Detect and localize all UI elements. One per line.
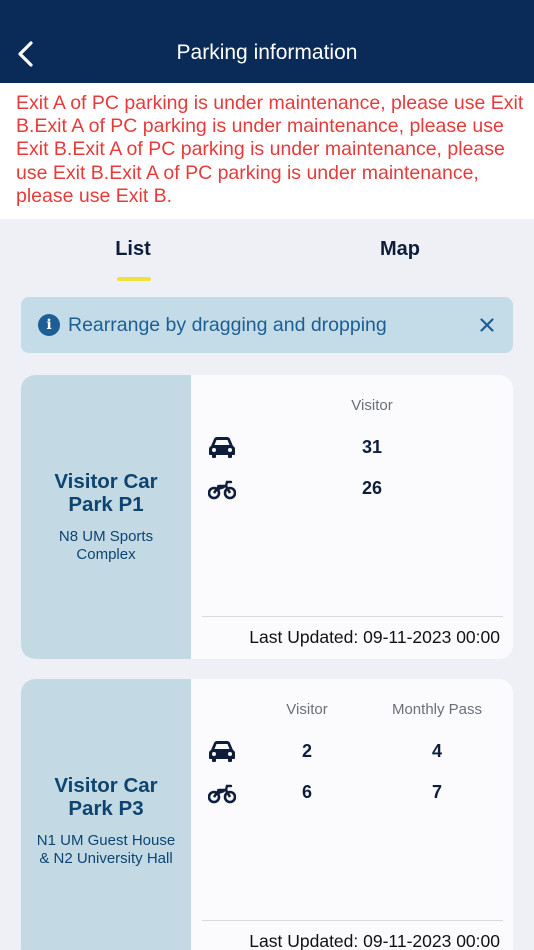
car-icon — [209, 437, 235, 458]
car-park-name: Visitor Car Park P3 — [54, 774, 158, 820]
motorcycle-icon — [208, 480, 236, 500]
visitor-motorcycle-count: 26 — [361, 478, 383, 498]
banner-text: Rearrange by dragging and dropping — [68, 313, 387, 336]
column-header-visitor: Visitor — [351, 397, 393, 414]
car-park-info: Visitor Car Park P1 N8 UM Sports Complex — [21, 375, 191, 659]
car-park-name: Visitor Car Park P1 — [54, 470, 158, 516]
car-icon — [209, 741, 235, 762]
visitor-car-count: 2 — [301, 741, 312, 761]
column-header-visitor: Visitor — [286, 701, 328, 718]
app-header: Parking information — [0, 0, 534, 83]
rearrange-info-banner: i Rearrange by dragging and dropping — [21, 297, 513, 353]
maintenance-notice: Exit A of PC parking is under maintenanc… — [0, 83, 534, 219]
visitor-motorcycle-count: 6 — [301, 782, 312, 802]
car-park-location: N8 UM Sports Complex — [58, 528, 154, 563]
card-divider — [202, 616, 503, 617]
last-updated: Last Updated: 09-11-2023 00:00 — [249, 627, 500, 647]
info-icon: i — [38, 314, 60, 336]
monthly-pass-motorcycle-count: 7 — [431, 782, 442, 802]
column-header-monthly-pass: Monthly Pass — [391, 701, 483, 718]
last-updated: Last Updated: 09-11-2023 00:00 — [249, 931, 500, 950]
car-park-card[interactable]: Visitor Car Park P1 N8 UM Sports Complex… — [21, 375, 513, 659]
tab-map[interactable]: Map — [300, 238, 500, 261]
car-park-info: Visitor Car Park P3 N1 UM Guest House & … — [21, 679, 191, 950]
monthly-pass-car-count: 4 — [431, 741, 442, 761]
close-icon — [480, 318, 494, 332]
close-banner-button[interactable] — [475, 313, 499, 337]
car-park-card[interactable]: Visitor Car Park P3 N1 UM Guest House & … — [21, 679, 513, 950]
active-tab-indicator — [117, 277, 151, 281]
tab-list[interactable]: List — [33, 238, 233, 261]
car-park-location: N1 UM Guest House & N2 University Hall — [36, 832, 176, 867]
view-tabs: List Map — [0, 220, 534, 282]
card-divider — [202, 920, 503, 921]
page-title: Parking information — [176, 41, 358, 64]
visitor-car-count: 31 — [361, 437, 383, 457]
motorcycle-icon — [208, 784, 236, 804]
